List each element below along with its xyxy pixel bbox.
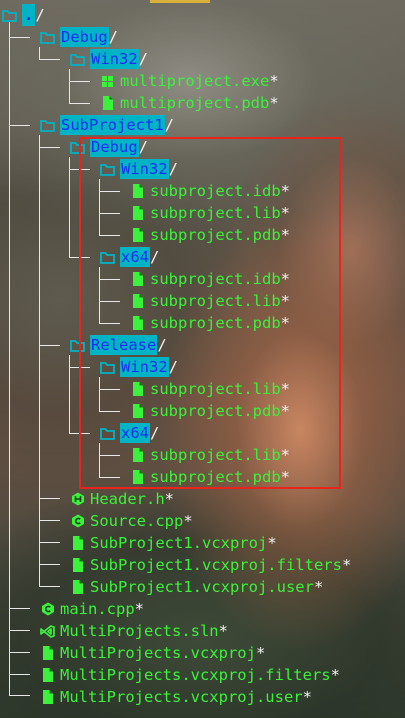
file-name: multiproject.pdb <box>120 94 270 112</box>
visual-studio-icon <box>40 624 55 639</box>
file-tree: . / Debug / Win32/ multiproject.exe * mult… <box>0 0 405 718</box>
tree-guide-line <box>69 69 70 104</box>
tree-dir-row[interactable]: Win32/ <box>70 48 148 70</box>
tree-file-row[interactable]: MultiProjects.vcxproj.filters * <box>40 664 340 686</box>
tree-guide-line <box>9 630 30 631</box>
tree-file-row[interactable]: SubProject1.vcxproj.user * <box>70 576 323 598</box>
file-icon <box>70 536 85 551</box>
file-name: MultiProjects.vcxproj.user <box>60 688 303 706</box>
tree-file-row[interactable]: multiproject.pdb * <box>100 92 279 114</box>
file-name: Source.cpp <box>90 512 184 530</box>
tree-file-row[interactable]: MultiProjects.vcxproj.user * <box>40 686 312 708</box>
tree-root[interactable]: . / <box>2 4 45 26</box>
folder-icon <box>40 30 55 45</box>
tree-guide-line <box>39 564 60 565</box>
dir-name: SubProject1 <box>60 115 165 135</box>
tree-file-row[interactable]: MultiProjects.vcxproj * <box>40 642 265 664</box>
file-icon <box>40 646 55 661</box>
tree-guide-line <box>9 37 30 38</box>
tree-dir-row[interactable]: Debug / <box>40 26 118 48</box>
file-name: MultiProjects.vcxproj <box>60 644 256 662</box>
tree-file-row[interactable]: Source.cpp * <box>70 510 193 532</box>
file-suffix: * <box>267 534 277 552</box>
root-dir-suffix: / <box>35 6 45 24</box>
tree-guide-line <box>69 157 70 258</box>
tree-guide-line <box>9 125 30 126</box>
file-name: SubProject1.vcxproj.filters <box>90 556 342 574</box>
tree-file-row[interactable]: multiproject.exe * <box>100 70 279 92</box>
tree-dir-row[interactable]: SubProject1/ <box>40 114 174 136</box>
file-suffix: * <box>302 688 312 706</box>
tree-guide-line <box>39 345 60 346</box>
folder-icon <box>40 118 55 133</box>
cpp-source-icon <box>40 602 55 617</box>
tree-guide-line <box>9 652 30 653</box>
dir-name: Debug <box>60 27 109 47</box>
file-icon <box>70 580 85 595</box>
tree-guide-line <box>69 103 90 104</box>
header-h-icon <box>70 492 85 507</box>
executable-icon <box>100 74 115 89</box>
tree-guide-line <box>39 147 60 148</box>
root-dir-name: . <box>22 4 36 26</box>
file-icon <box>70 558 85 573</box>
dir-suffix: / <box>164 116 174 134</box>
file-suffix: * <box>134 600 144 618</box>
dir-suffix: / <box>108 28 119 46</box>
tree-file-row[interactable]: Header.h * <box>70 488 174 510</box>
file-name: SubProject1.vcxproj.user <box>90 578 314 596</box>
tree-file-row[interactable]: MultiProjects.sln * <box>40 620 228 642</box>
file-name: MultiProjects.sln <box>60 622 219 640</box>
tree-guide-line <box>69 81 90 82</box>
file-name: main.cpp <box>60 600 135 618</box>
dir-suffix: / <box>138 50 149 68</box>
cpp-source-icon <box>70 514 85 529</box>
file-suffix: * <box>164 490 174 508</box>
file-suffix: * <box>269 94 279 112</box>
file-suffix: * <box>218 622 228 640</box>
tree-guide-line <box>39 498 60 499</box>
file-suffix: * <box>330 666 340 684</box>
file-name: multiproject.exe <box>120 72 270 90</box>
file-icon <box>100 96 115 111</box>
tree-guide-line <box>9 695 30 696</box>
file-icon <box>40 690 55 705</box>
file-suffix: * <box>183 512 193 530</box>
tree-file-row[interactable]: main.cpp * <box>40 598 144 620</box>
tree-guide-line <box>9 22 10 695</box>
tree-file-row[interactable]: SubProject1.vcxproj * <box>70 532 277 554</box>
tree-guide-line <box>39 542 60 543</box>
file-suffix: * <box>269 72 279 90</box>
top-edge-sliver <box>150 0 210 3</box>
annotation-highlight-box <box>79 137 341 489</box>
dir-name: Win32 <box>90 49 139 69</box>
file-icon <box>40 668 55 683</box>
folder-icon <box>2 8 17 23</box>
folder-icon <box>70 52 85 67</box>
tree-guide-line <box>9 608 30 609</box>
tree-guide-line <box>39 586 60 587</box>
tree-guide-line <box>39 520 60 521</box>
tree-guide-line <box>9 674 30 675</box>
file-name: Header.h <box>90 490 165 508</box>
file-name: MultiProjects.vcxproj.filters <box>60 666 331 684</box>
file-name: SubProject1.vcxproj <box>90 534 268 552</box>
tree-file-row[interactable]: SubProject1.vcxproj.filters * <box>70 554 351 576</box>
file-suffix: * <box>255 644 266 662</box>
file-suffix: * <box>341 556 352 574</box>
file-suffix: * <box>313 578 324 596</box>
tree-guide-line <box>39 59 60 60</box>
